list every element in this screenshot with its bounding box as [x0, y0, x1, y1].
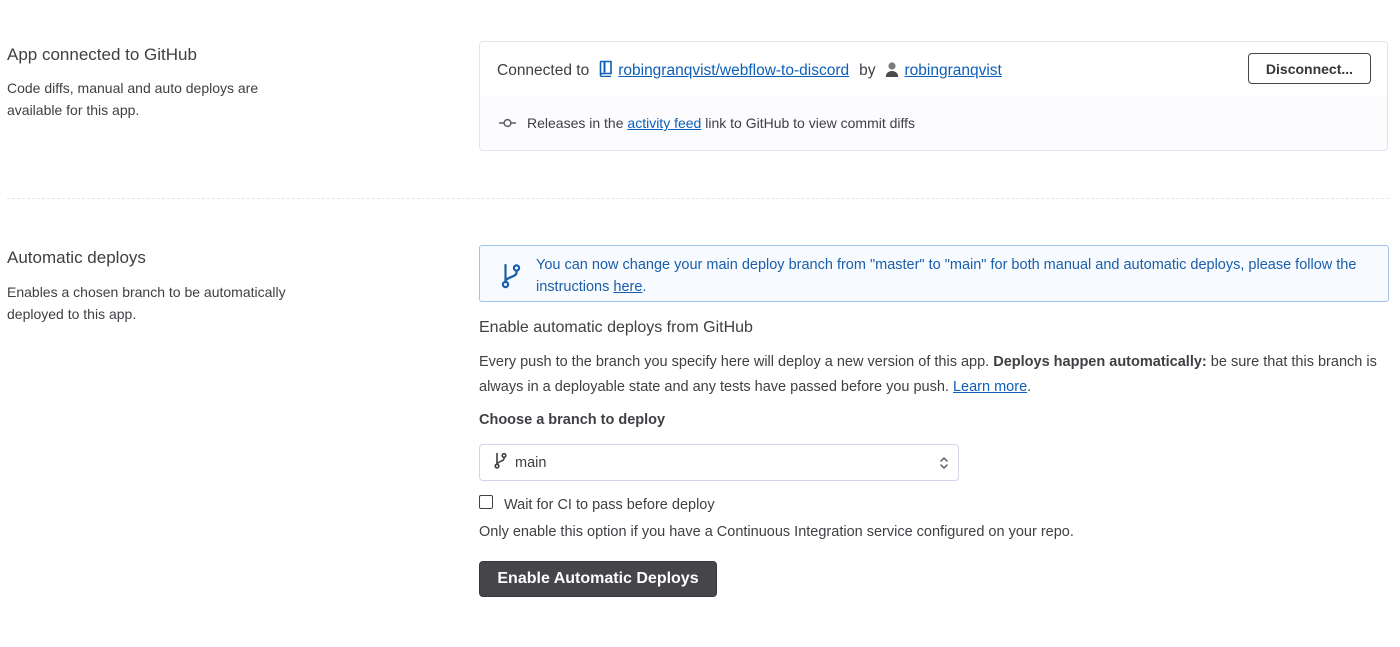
learn-more-link[interactable]: Learn more — [953, 379, 1027, 395]
enable-automatic-deploys-button[interactable]: Enable Automatic Deploys — [479, 561, 717, 597]
branch-select-value: main — [515, 454, 547, 471]
github-section-description: Code diffs, manual and auto deploys are … — [7, 80, 259, 118]
auto-deploy-section-title: Automatic deploys — [7, 248, 146, 267]
info-message-end: . — [642, 279, 647, 295]
auto-deploy-explanation: Every push to the branch you specify her… — [479, 350, 1384, 400]
github-section-title: App connected to GitHub — [7, 45, 197, 64]
user-link[interactable]: robingranqvist — [904, 62, 1001, 80]
wait-for-ci-label[interactable]: Wait for CI to pass before deploy — [504, 497, 715, 513]
info-message: You can now change your main deploy bran… — [536, 257, 1357, 295]
enable-auto-deploy-heading: Enable automatic deploys from GitHub — [479, 319, 753, 336]
explanation-end: . — [1027, 379, 1032, 395]
info-banner: You can now change your main deploy bran… — [479, 245, 1389, 302]
instructions-link[interactable]: here — [613, 279, 642, 295]
git-branch-icon — [501, 263, 521, 294]
explanation-bold: Deploys happen automatically: — [993, 354, 1207, 370]
choose-branch-label: Choose a branch to deploy — [479, 412, 666, 428]
chevron-up-down-icon — [939, 456, 949, 475]
ci-hint-text: Only enable this option if you have a Co… — [479, 524, 1074, 540]
git-branch-icon — [494, 452, 507, 474]
user-avatar-icon — [885, 61, 899, 82]
releases-text-pre: Releases in the — [527, 115, 624, 131]
disconnect-button[interactable]: Disconnect... — [1248, 53, 1371, 84]
section-divider — [7, 198, 1389, 199]
auto-deploy-section-description: Enables a chosen branch to be automatica… — [7, 284, 286, 322]
releases-text-post: link to GitHub to view commit diffs — [705, 115, 916, 131]
activity-feed-link[interactable]: activity feed — [627, 115, 701, 131]
repo-link[interactable]: robingranqvist/webflow-to-discord — [618, 62, 849, 80]
repo-book-icon — [599, 60, 613, 82]
connected-label: Connected to — [497, 62, 590, 79]
github-connection-card: Connected to robingranqvist/webflow-to-d… — [479, 41, 1388, 151]
connection-row: Connected to robingranqvist/webflow-to-d… — [480, 42, 1387, 96]
wait-for-ci-checkbox[interactable] — [479, 495, 493, 509]
releases-row: Releases in the activity feed link to Gi… — [480, 95, 1387, 150]
explanation-text-1: Every push to the branch you specify her… — [479, 354, 990, 370]
by-label: by — [859, 62, 876, 79]
git-commit-icon — [499, 115, 516, 131]
branch-select[interactable]: main — [479, 444, 959, 481]
